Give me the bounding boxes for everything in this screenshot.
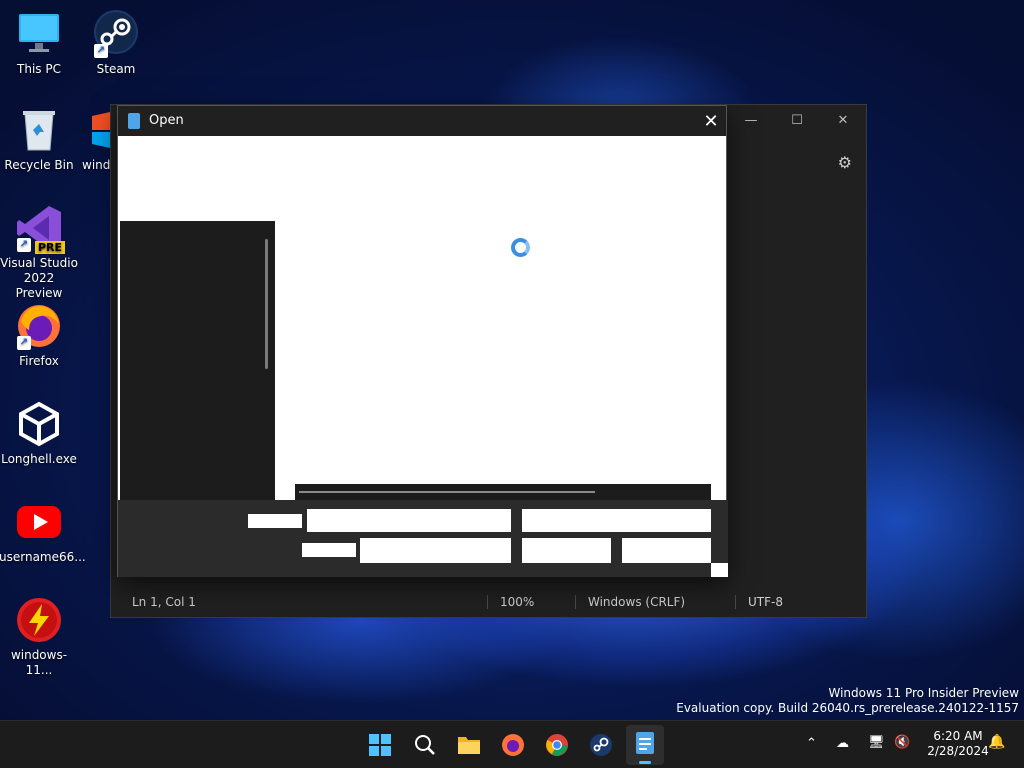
window-controls: — ☐ ✕ (728, 105, 866, 135)
nav-scrollbar[interactable] (265, 239, 268, 369)
desktop-icon-recycle-bin[interactable]: Recycle Bin (0, 106, 79, 173)
volume-muted-icon[interactable]: 🔇 (894, 735, 910, 750)
firefox-icon[interactable] (501, 733, 525, 757)
clock-date: 2/28/2024 (927, 744, 989, 758)
unity-icon (15, 400, 63, 448)
visual-studio-icon: PRE ↗ (15, 204, 65, 254)
taskbar-notepad-active[interactable] (626, 725, 664, 765)
shortcut-arrow-icon: ↗ (17, 238, 31, 252)
desktop-icon-youtube[interactable]: username66... (0, 498, 86, 565)
desktop-icon-firefox[interactable]: ↗ Firefox (0, 302, 79, 369)
dialog-footer (118, 500, 728, 577)
desktop-icon-label: This PC (17, 62, 61, 76)
desktop-icon-steam[interactable]: ↗ Steam (76, 10, 156, 77)
search-icon[interactable] (414, 734, 436, 756)
chrome-icon[interactable] (545, 733, 569, 757)
taskbar: ⌃ ☁ 🖥 🔇 6:20 AM 2/28/2024 🔔 (0, 720, 1024, 768)
notification-bell-icon[interactable]: 🔔 (988, 734, 1005, 750)
desktop-icon-label: Steam (96, 62, 136, 76)
status-divider (735, 595, 736, 609)
status-encoding[interactable]: UTF-8 (748, 595, 783, 609)
shortcut-arrow-icon: ↗ (94, 44, 108, 58)
close-icon[interactable]: ✕ (820, 105, 866, 135)
navigation-pane[interactable] (120, 221, 275, 501)
dialog-title-bar: Open ✕ (118, 106, 726, 136)
desktop-icon-label: username66... (0, 550, 86, 564)
desktop-icon-label: Visual Studio 2022 Preview (0, 256, 78, 300)
chevron-up-icon[interactable]: ⌃ (806, 736, 817, 751)
notepad-icon (128, 113, 140, 129)
loading-spinner-icon (511, 238, 530, 257)
status-position: Ln 1, Col 1 (132, 595, 196, 609)
open-file-dialog[interactable]: Open ✕ (117, 105, 728, 577)
file-list-horizontal-scrollbar[interactable] (295, 484, 711, 501)
lightning-icon (15, 596, 63, 644)
dialog-title: Open (149, 113, 184, 128)
desktop-icon-this-pc[interactable]: This PC (0, 10, 79, 77)
monitor-icon (15, 10, 63, 58)
clock-time: 6:20 AM (933, 729, 983, 743)
watermark-line: Windows 11 Pro Insider Preview (828, 686, 1019, 700)
minimize-icon[interactable]: — (728, 105, 774, 135)
status-zoom[interactable]: 100% (500, 595, 534, 609)
recycle-bin-icon (15, 106, 63, 154)
close-icon[interactable]: ✕ (696, 106, 726, 136)
steam-icon[interactable] (589, 733, 613, 757)
clock[interactable]: 6:20 AM 2/28/2024 (918, 729, 998, 759)
encoding-select[interactable] (360, 538, 511, 563)
status-bar: Ln 1, Col 1 100% Windows (CRLF) UTF-8 (111, 587, 866, 617)
gear-icon[interactable]: ⚙ (838, 153, 852, 172)
steam-icon: ↗ (92, 10, 140, 58)
start-icon[interactable] (369, 734, 391, 756)
file-name-label (248, 514, 302, 528)
desktop-icon-label: Recycle Bin (4, 158, 74, 172)
maximize-icon[interactable]: ☐ (774, 105, 820, 135)
network-icon[interactable]: 🖥 (868, 735, 885, 750)
file-name-input[interactable] (307, 509, 511, 532)
onedrive-offline-icon[interactable]: ☁ (836, 736, 849, 751)
desktop-icon-visual-studio[interactable]: PRE ↗ Visual Studio 2022 Preview (0, 204, 79, 301)
youtube-icon (15, 498, 63, 546)
status-divider (487, 595, 488, 609)
notepad-icon (636, 732, 654, 754)
desktop-icon-label: Firefox (19, 354, 59, 368)
pre-badge: PRE (34, 241, 65, 254)
watermark-line: Evaluation copy. Build 26040.rs_prerelea… (676, 701, 1019, 715)
encoding-label (302, 543, 356, 557)
desktop-icon-longhell[interactable]: Longhell.exe (0, 400, 79, 467)
active-indicator (639, 761, 651, 764)
resize-grip[interactable] (711, 563, 728, 577)
firefox-icon: ↗ (15, 302, 63, 350)
status-divider (575, 595, 576, 609)
desktop-icon-label: windows-11... (10, 648, 68, 677)
file-type-select[interactable] (522, 509, 711, 532)
status-line-ending[interactable]: Windows (CRLF) (588, 595, 685, 609)
windows-watermark: Windows 11 Pro Insider Preview Evaluatio… (676, 686, 1019, 716)
shortcut-arrow-icon: ↗ (17, 336, 31, 350)
open-button[interactable] (522, 538, 611, 563)
scrollbar-thumb[interactable] (299, 491, 595, 493)
desktop-icon-windows-11[interactable]: windows-11... (0, 596, 79, 678)
cancel-button[interactable] (622, 538, 711, 563)
file-explorer-icon[interactable] (457, 734, 481, 756)
desktop-icon-label: Longhell.exe (1, 452, 77, 466)
